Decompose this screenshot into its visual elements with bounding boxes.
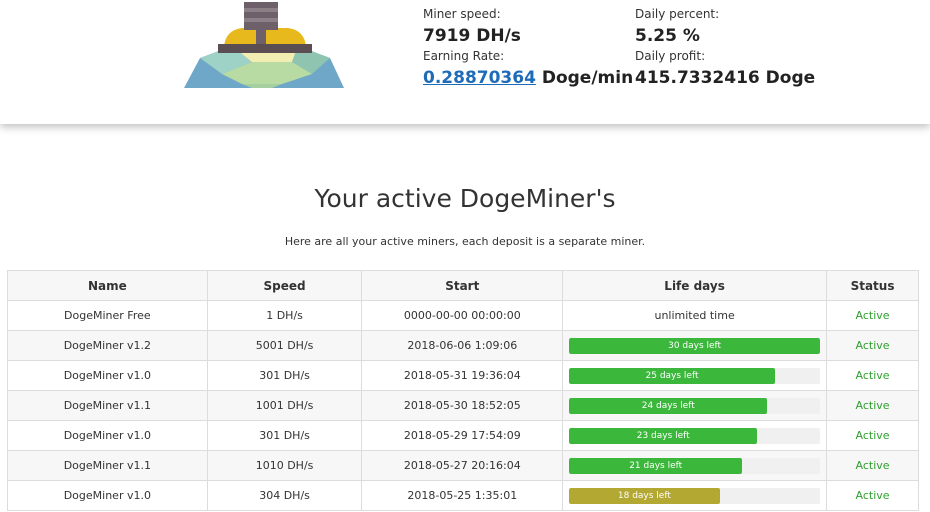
life-days-cell: 21 days left	[562, 450, 828, 481]
status-badge: Active	[826, 300, 919, 331]
miner-start-cell: 2018-05-25 1:35:01	[361, 480, 564, 511]
daily-profit-stat: Daily profit: 415.7332416 Doge	[635, 49, 815, 89]
miner-start-cell: 2018-05-31 19:36:04	[361, 360, 564, 391]
life-progress-bar: 18 days left	[569, 487, 821, 504]
daily-profit-label: Daily profit:	[635, 49, 706, 63]
life-days-cell: 23 days left	[562, 420, 828, 451]
column-header-status: Status	[826, 270, 919, 301]
miner-name-cell: DogeMiner v1.0	[7, 420, 208, 451]
status-badge: Active	[826, 330, 919, 361]
miner-drill-logo	[184, 2, 344, 88]
miner-speed-cell: 304 DH/s	[206, 480, 363, 511]
table-row: DogeMiner v1.0 301 DH/s 2018-05-31 19:36:0…	[7, 360, 919, 391]
life-days-cell: 24 days left	[562, 390, 828, 421]
miner-start-cell: 2018-05-29 17:54:09	[361, 420, 564, 451]
life-days-cell: 30 days left	[562, 330, 828, 361]
miner-stats-header: Miner speed: 7919 DH/s Earning Rate: 0.2…	[0, 0, 930, 124]
life-progress-label: 18 days left	[617, 490, 671, 501]
miner-speed-value: 7919 DH/s	[423, 26, 521, 46]
daily-percent-label: Daily percent:	[635, 7, 720, 21]
life-progress-label: 21 days left	[629, 460, 683, 471]
column-header-name: Name	[7, 270, 208, 301]
miner-name-cell: DogeMiner v1.2	[7, 330, 208, 361]
life-progress-label: 23 days left	[636, 430, 690, 441]
miner-name-cell: DogeMiner v1.0	[7, 360, 208, 391]
page-title: Your active DogeMiner's	[314, 184, 616, 213]
earning-rate-label: Earning Rate:	[423, 49, 505, 63]
life-progress-bar: 21 days left	[569, 457, 821, 474]
miner-name-cell: DogeMiner v1.1	[7, 390, 208, 421]
miner-speed-cell: 1 DH/s	[206, 300, 363, 331]
status-badge: Active	[826, 390, 919, 421]
table-row: DogeMiner v1.0 301 DH/s 2018-05-29 17:54:0…	[7, 420, 919, 451]
status-badge: Active	[826, 480, 919, 511]
table-row: DogeMiner v1.1 1010 DH/s 2018-05-27 20:16:…	[7, 450, 919, 481]
miner-name-cell: DogeMiner v1.0	[7, 480, 208, 511]
life-progress-bar: 30 days left	[569, 337, 821, 354]
earning-rate-link[interactable]: 0.28870364	[423, 68, 536, 88]
miner-speed-label: Miner speed:	[423, 7, 501, 21]
miner-start-cell: 2018-06-06 1:09:06	[361, 330, 564, 361]
life-progress-bar: 23 days left	[569, 427, 821, 444]
daily-percent-value: 5.25 %	[635, 26, 700, 46]
life-days-cell: unlimited time	[562, 300, 828, 331]
table-body: DogeMiner Free 1 DH/s 0000-00-00 00:00:00 u…	[7, 300, 919, 511]
earning-rate-stat: Earning Rate: 0.28870364 Doge/min	[423, 49, 633, 89]
miner-speed-cell: 301 DH/s	[206, 360, 363, 391]
page-subtitle: Here are all your active miners, each de…	[284, 235, 646, 248]
miner-name-cell: DogeMiner Free	[7, 300, 208, 331]
miner-start-cell: 2018-05-30 18:52:05	[361, 390, 564, 421]
active-miners-table: Name Speed Start Life days Status DogeMi…	[7, 270, 919, 511]
life-progress-label: 24 days left	[641, 400, 695, 411]
miner-speed-cell: 5001 DH/s	[206, 330, 363, 361]
status-badge: Active	[826, 420, 919, 451]
miner-start-cell: 2018-05-27 20:16:04	[361, 450, 564, 481]
status-badge: Active	[826, 450, 919, 481]
life-days-cell: 25 days left	[562, 360, 828, 391]
daily-percent-stat: Daily percent: 5.25 %	[635, 7, 719, 47]
miner-start-cell: 0000-00-00 00:00:00	[361, 300, 564, 331]
table-row: DogeMiner v1.2 5001 DH/s 2018-06-06 1:09:0…	[7, 330, 919, 361]
daily-profit-value: 415.7332416 Doge	[635, 68, 816, 88]
miner-speed-stat: Miner speed: 7919 DH/s	[423, 7, 521, 47]
miner-speed-cell: 1010 DH/s	[206, 450, 363, 481]
earning-rate-unit: Doge/min	[541, 68, 634, 88]
table-row: DogeMiner Free 1 DH/s 0000-00-00 00:00:00 u…	[7, 300, 919, 331]
status-badge: Active	[826, 360, 919, 391]
column-header-speed: Speed	[206, 270, 363, 301]
table-row: DogeMiner v1.1 1001 DH/s 2018-05-30 18:52:…	[7, 390, 919, 421]
miner-speed-cell: 1001 DH/s	[206, 390, 363, 421]
earning-rate-value-line: 0.28870364 Doge/min	[423, 67, 633, 89]
miner-name-cell: DogeMiner v1.1	[7, 450, 208, 481]
table-header-row: Name Speed Start Life days Status	[7, 270, 919, 301]
life-progress-bar: 25 days left	[569, 367, 821, 384]
life-progress-label: 30 days left	[668, 340, 722, 351]
life-progress-bar: 24 days left	[569, 397, 821, 414]
column-header-life-days: Life days	[562, 270, 828, 301]
life-progress-label: 25 days left	[645, 370, 699, 381]
table-row: DogeMiner v1.0 304 DH/s 2018-05-25 1:35:01…	[7, 480, 919, 511]
miner-speed-cell: 301 DH/s	[206, 420, 363, 451]
column-header-start: Start	[361, 270, 564, 301]
life-days-cell: 18 days left	[562, 480, 828, 511]
